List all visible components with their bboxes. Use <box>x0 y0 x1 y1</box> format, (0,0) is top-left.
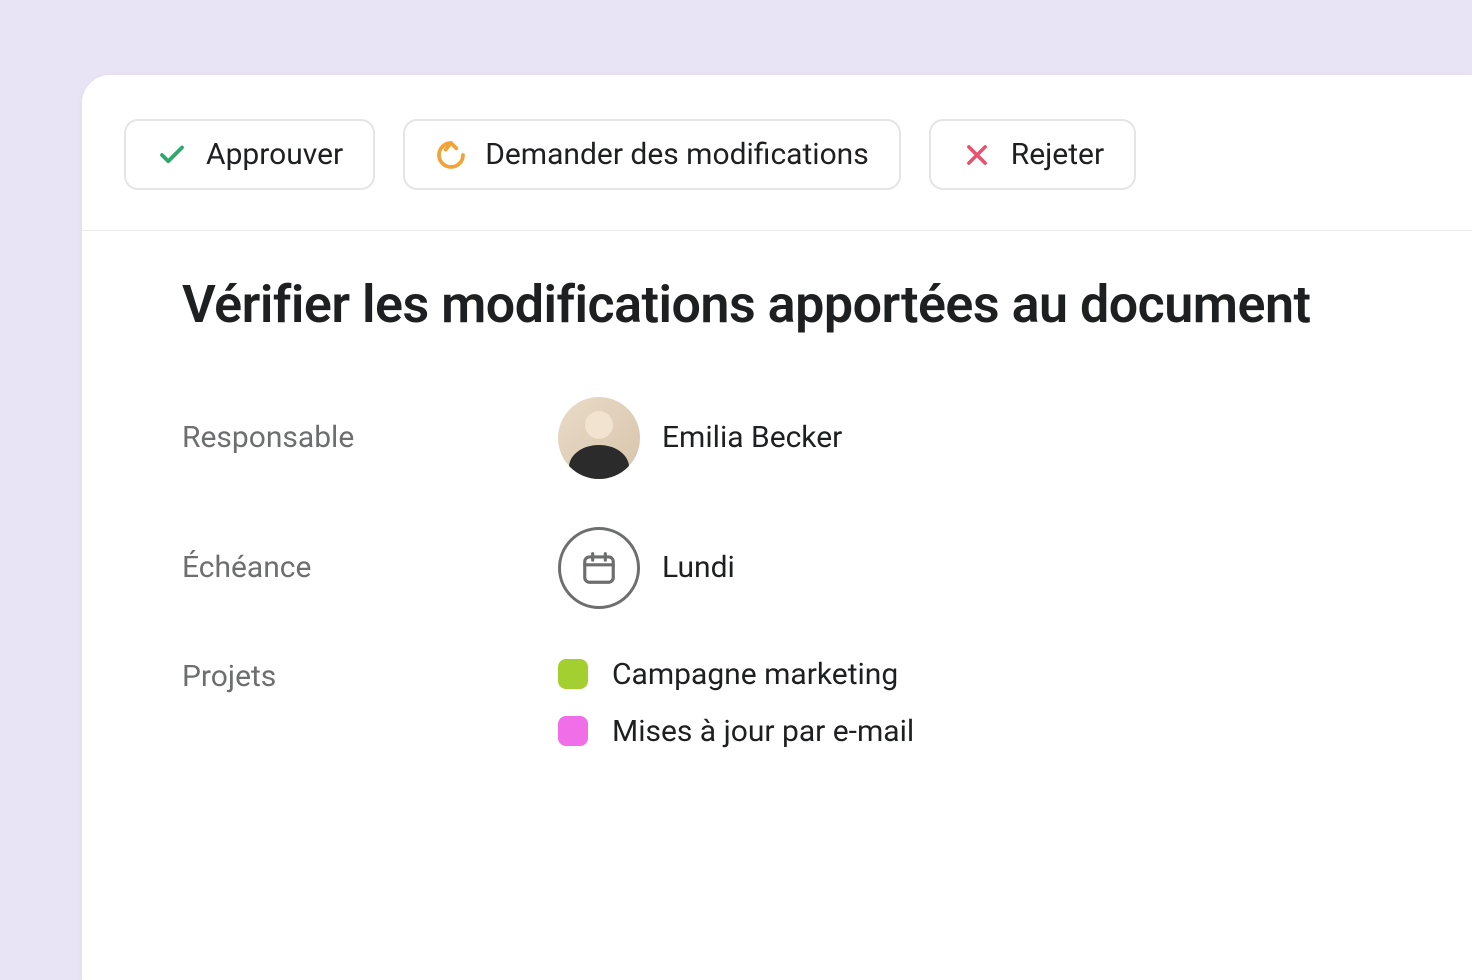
assignee-label: Responsable <box>182 420 558 455</box>
approve-label: Approuver <box>206 137 343 172</box>
project-name: Campagne marketing <box>612 657 898 692</box>
due-date-text: Lundi <box>662 550 735 585</box>
due-date-field: Échéance Lundi <box>182 527 1372 609</box>
projects-field: Projets Campagne marketing Mises à jour … <box>182 657 1372 749</box>
projects-label: Projets <box>182 657 558 694</box>
assignee-field: Responsable Emilia Becker <box>182 397 1372 479</box>
request-changes-button[interactable]: Demander des modifications <box>403 119 901 190</box>
due-date-value[interactable]: Lundi <box>558 527 735 609</box>
due-date-label: Échéance <box>182 550 558 585</box>
approval-toolbar: Approuver Demander des modifications Rej… <box>82 75 1472 231</box>
task-content: Vérifier les modifications apportées au … <box>82 231 1472 749</box>
close-icon <box>961 139 993 171</box>
assignee-value[interactable]: Emilia Becker <box>558 397 842 479</box>
redo-icon <box>435 139 467 171</box>
request-changes-label: Demander des modifications <box>485 137 869 172</box>
approve-button[interactable]: Approuver <box>124 119 375 190</box>
project-name: Mises à jour par e-mail <box>612 714 914 749</box>
avatar <box>558 397 640 479</box>
projects-list: Campagne marketing Mises à jour par e-ma… <box>558 657 914 749</box>
project-item[interactable]: Mises à jour par e-mail <box>558 714 914 749</box>
task-title[interactable]: Vérifier les modifications apportées au … <box>182 271 1372 339</box>
calendar-icon <box>558 527 640 609</box>
task-detail-card: Approuver Demander des modifications Rej… <box>82 75 1472 980</box>
project-item[interactable]: Campagne marketing <box>558 657 914 692</box>
assignee-name: Emilia Becker <box>662 420 842 455</box>
check-icon <box>156 139 188 171</box>
project-color-swatch <box>558 659 588 689</box>
reject-label: Rejeter <box>1011 137 1104 172</box>
project-color-swatch <box>558 716 588 746</box>
reject-button[interactable]: Rejeter <box>929 119 1136 190</box>
